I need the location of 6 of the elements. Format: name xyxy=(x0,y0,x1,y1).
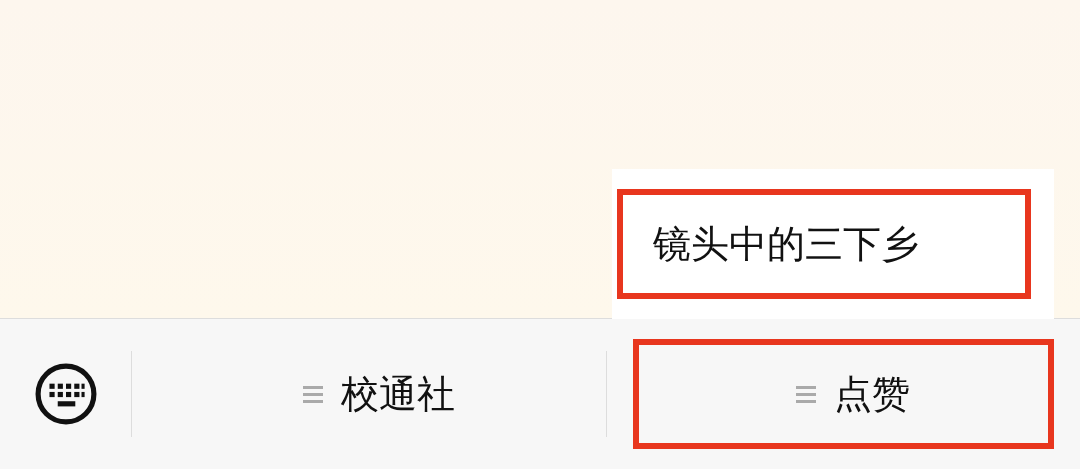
menu-icon xyxy=(302,385,323,403)
submenu-item[interactable]: 镜头中的三下乡 xyxy=(616,189,1031,299)
menu-icon xyxy=(796,385,817,403)
menu-item[interactable]: 校通社 xyxy=(158,339,580,449)
keyboard-icon[interactable] xyxy=(34,363,97,425)
menu-item[interactable]: 点赞 xyxy=(632,339,1054,449)
